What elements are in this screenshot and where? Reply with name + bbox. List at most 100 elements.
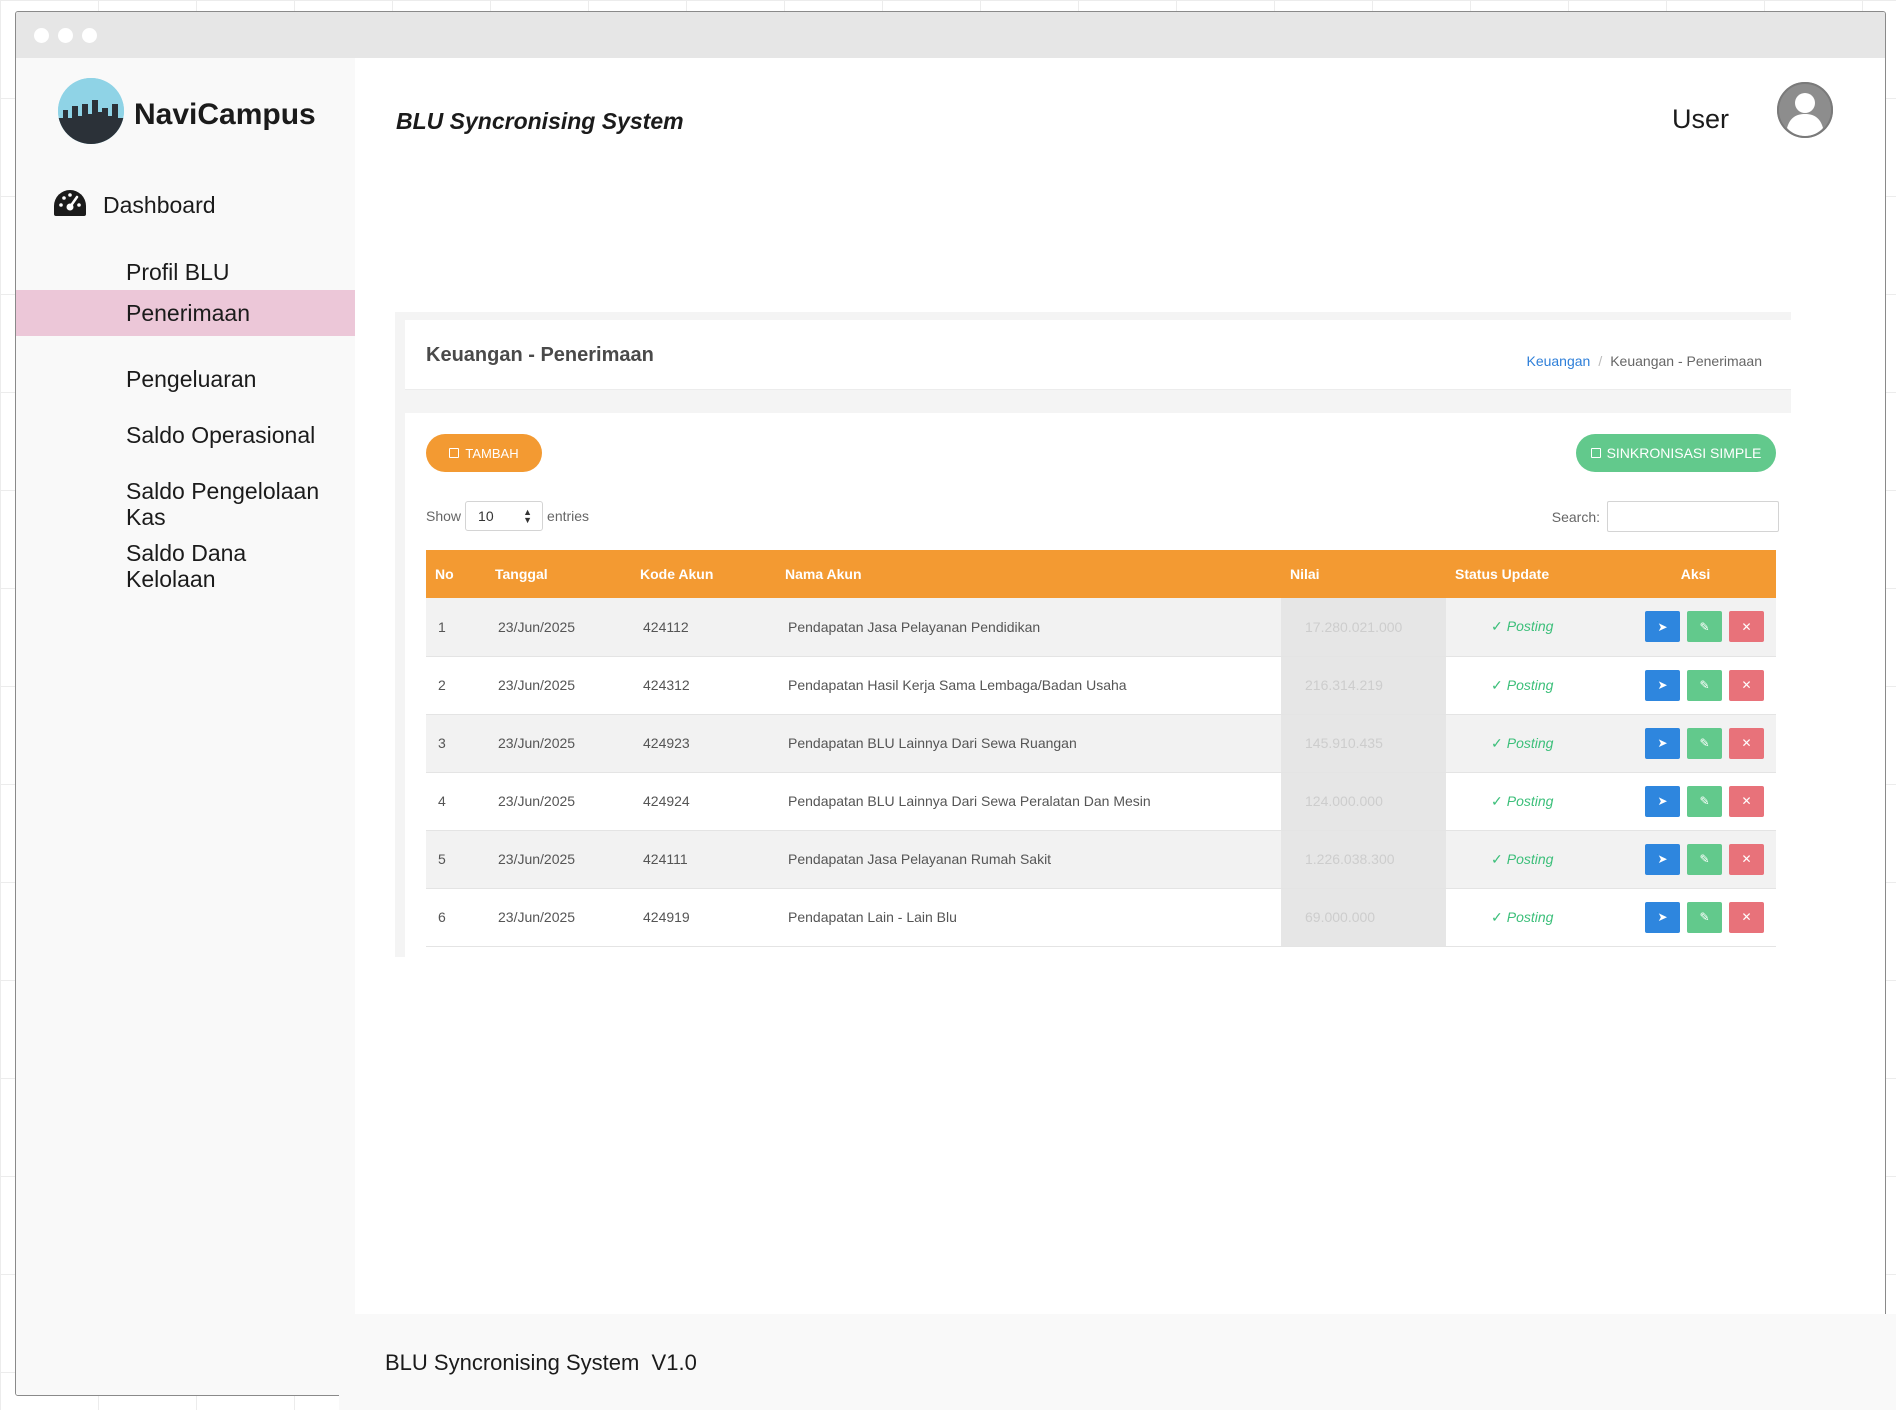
page-length-value: 10 — [478, 508, 494, 524]
row-actions: ➤ ✎ ✕ — [1606, 656, 1776, 714]
pencil-icon: ✎ — [1699, 910, 1710, 924]
edit-button[interactable]: ✎ — [1687, 669, 1722, 701]
row-nama-akun: Pendapatan Jasa Pelayanan Pendidikan — [788, 618, 1041, 635]
close-icon: ✕ — [1741, 852, 1752, 866]
row-nilai: 69.000.000 — [1281, 888, 1446, 946]
search-input[interactable] — [1607, 501, 1779, 532]
row-nama-akun: Pendapatan Lain - Lain Blu — [788, 909, 957, 925]
row-actions: ➤ ✎ ✕ — [1606, 598, 1776, 656]
edit-button[interactable]: ✎ — [1687, 727, 1722, 759]
send-button[interactable]: ➤ — [1645, 611, 1680, 643]
row-actions: ➤ ✎ ✕ — [1606, 888, 1776, 946]
sidebar: NaviCampus Dashboard Profil BLU Penerima… — [16, 58, 355, 1395]
status-label: Posting — [1506, 618, 1554, 635]
sidebar-item-label: Dashboard — [103, 191, 216, 218]
row-status: ✓ Posting — [1446, 772, 1606, 830]
delete-button[interactable]: ✕ — [1729, 843, 1764, 875]
close-icon: ✕ — [1741, 678, 1752, 692]
sidebar-item-saldo-operasional[interactable]: Saldo Operasional — [16, 422, 355, 448]
row-kode-akun: 424919 — [643, 909, 690, 925]
column-header-status-update[interactable]: Status Update — [1446, 550, 1606, 598]
row-status: ✓ Posting — [1446, 888, 1606, 946]
row-tanggal: 23/Jun/2025 — [498, 909, 576, 925]
sync-button-label: SINKRONISASI SIMPLE — [1606, 445, 1762, 461]
window-close-dot[interactable] — [34, 28, 49, 43]
user-name[interactable]: User — [1672, 104, 1729, 135]
dashboard-gauge-icon — [52, 188, 88, 223]
edit-button[interactable]: ✎ — [1687, 843, 1722, 875]
delete-button[interactable]: ✕ — [1729, 669, 1764, 701]
send-button[interactable]: ➤ — [1645, 785, 1680, 817]
row-kode-akun: 424112 — [643, 618, 689, 635]
window-maximize-dot[interactable] — [82, 28, 97, 43]
status-label: Posting — [1506, 850, 1554, 867]
close-icon: ✕ — [1741, 736, 1752, 750]
sidebar-item-saldo-pengelolaan-kas[interactable]: Saldo Pengelolaan Kas — [16, 478, 355, 530]
send-icon: ➤ — [1657, 736, 1668, 750]
column-header-no[interactable]: No — [426, 550, 486, 598]
close-icon: ✕ — [1741, 794, 1752, 808]
row-action-group: ➤ ✎ ✕ — [1606, 843, 1776, 875]
edit-button[interactable]: ✎ — [1687, 901, 1722, 933]
column-header-tanggal[interactable]: Tanggal — [486, 550, 631, 598]
user-avatar-icon[interactable] — [1775, 80, 1835, 140]
sync-button[interactable]: SINKRONISASI SIMPLE — [1576, 434, 1776, 472]
send-icon: ➤ — [1657, 910, 1668, 924]
app-name: NaviCampus — [134, 98, 316, 131]
breadcrumb: Keuangan / Keuangan - Penerimaan — [1526, 353, 1762, 369]
check-icon: ✓ — [1491, 618, 1503, 635]
status-label: Posting — [1506, 792, 1554, 809]
sidebar-item-saldo-dana-kelolaan[interactable]: Saldo Dana Kelolaan — [16, 540, 276, 592]
row-tanggal: 23/Jun/2025 — [498, 735, 576, 751]
status-label: Posting — [1506, 676, 1554, 693]
search-label: Search: — [1551, 508, 1600, 525]
table-row: 3 23/Jun/2025 424923 Pendapatan BLU Lainnya… — [426, 714, 1776, 772]
row-no: 3 — [438, 735, 446, 751]
column-header-nama-akun[interactable]: Nama Akun — [776, 550, 1281, 598]
search-control: Search: — [1552, 501, 1779, 532]
page-title: Keuangan - Penerimaan — [426, 344, 654, 366]
row-tanggal: 23/Jun/2025 — [498, 618, 576, 635]
table-row: 2 23/Jun/2025 424312 Pendapatan Hasil Kerja… — [426, 656, 1776, 714]
send-icon: ➤ — [1657, 678, 1668, 692]
sidebar-item-profil-blu[interactable]: Profil BLU — [16, 259, 355, 285]
delete-button[interactable]: ✕ — [1729, 785, 1764, 817]
entries-label: entries — [547, 508, 590, 524]
send-icon: ➤ — [1657, 794, 1668, 808]
column-header-kode-akun[interactable]: Kode Akun — [631, 550, 776, 598]
send-button[interactable]: ➤ — [1645, 843, 1680, 875]
show-label: Show — [426, 508, 462, 524]
sidebar-item-pengeluaran[interactable]: Pengeluaran — [16, 366, 355, 392]
check-icon: ✓ — [1491, 908, 1503, 925]
delete-button[interactable]: ✕ — [1729, 727, 1764, 759]
row-status: ✓ Posting — [1446, 830, 1606, 888]
plus-square-icon — [449, 448, 460, 458]
row-kode-akun: 424924 — [643, 793, 690, 809]
row-no: 5 — [438, 851, 446, 867]
select-arrows-icon: ▲ ▼ — [523, 507, 533, 525]
page-length-select[interactable]: 10 ▲ ▼ — [465, 501, 544, 531]
row-action-group: ➤ ✎ ✕ — [1606, 727, 1776, 759]
sidebar-item-penerimaan[interactable]: Penerimaan — [16, 290, 355, 336]
breadcrumb-link-keuangan[interactable]: Keuangan — [1526, 353, 1590, 369]
close-icon: ✕ — [1741, 619, 1752, 634]
window-minimize-dot[interactable] — [58, 28, 73, 43]
row-nama-akun: Pendapatan BLU Lainnya Dari Sewa Peralat… — [788, 793, 1151, 809]
row-kode-akun: 424111 — [643, 851, 688, 867]
add-button[interactable]: TAMBAH — [426, 434, 542, 472]
page-app-title: BLU Syncronising System — [396, 108, 684, 134]
delete-button[interactable]: ✕ — [1729, 901, 1764, 933]
sidebar-item-dashboard[interactable]: Dashboard — [52, 188, 216, 222]
close-icon: ✕ — [1741, 910, 1752, 924]
page-length-control: Show 10 ▲ ▼ entries — [426, 501, 589, 531]
edit-button[interactable]: ✎ — [1687, 611, 1722, 643]
send-icon: ➤ — [1657, 852, 1668, 866]
send-button[interactable]: ➤ — [1645, 727, 1680, 759]
column-header-nilai[interactable]: Nilai — [1281, 550, 1446, 598]
row-no: 2 — [438, 677, 446, 693]
row-nilai: 1.226.038.300 — [1281, 830, 1446, 888]
send-button[interactable]: ➤ — [1645, 901, 1680, 933]
edit-button[interactable]: ✎ — [1687, 785, 1722, 817]
send-button[interactable]: ➤ — [1645, 669, 1680, 701]
delete-button[interactable]: ✕ — [1729, 611, 1764, 643]
